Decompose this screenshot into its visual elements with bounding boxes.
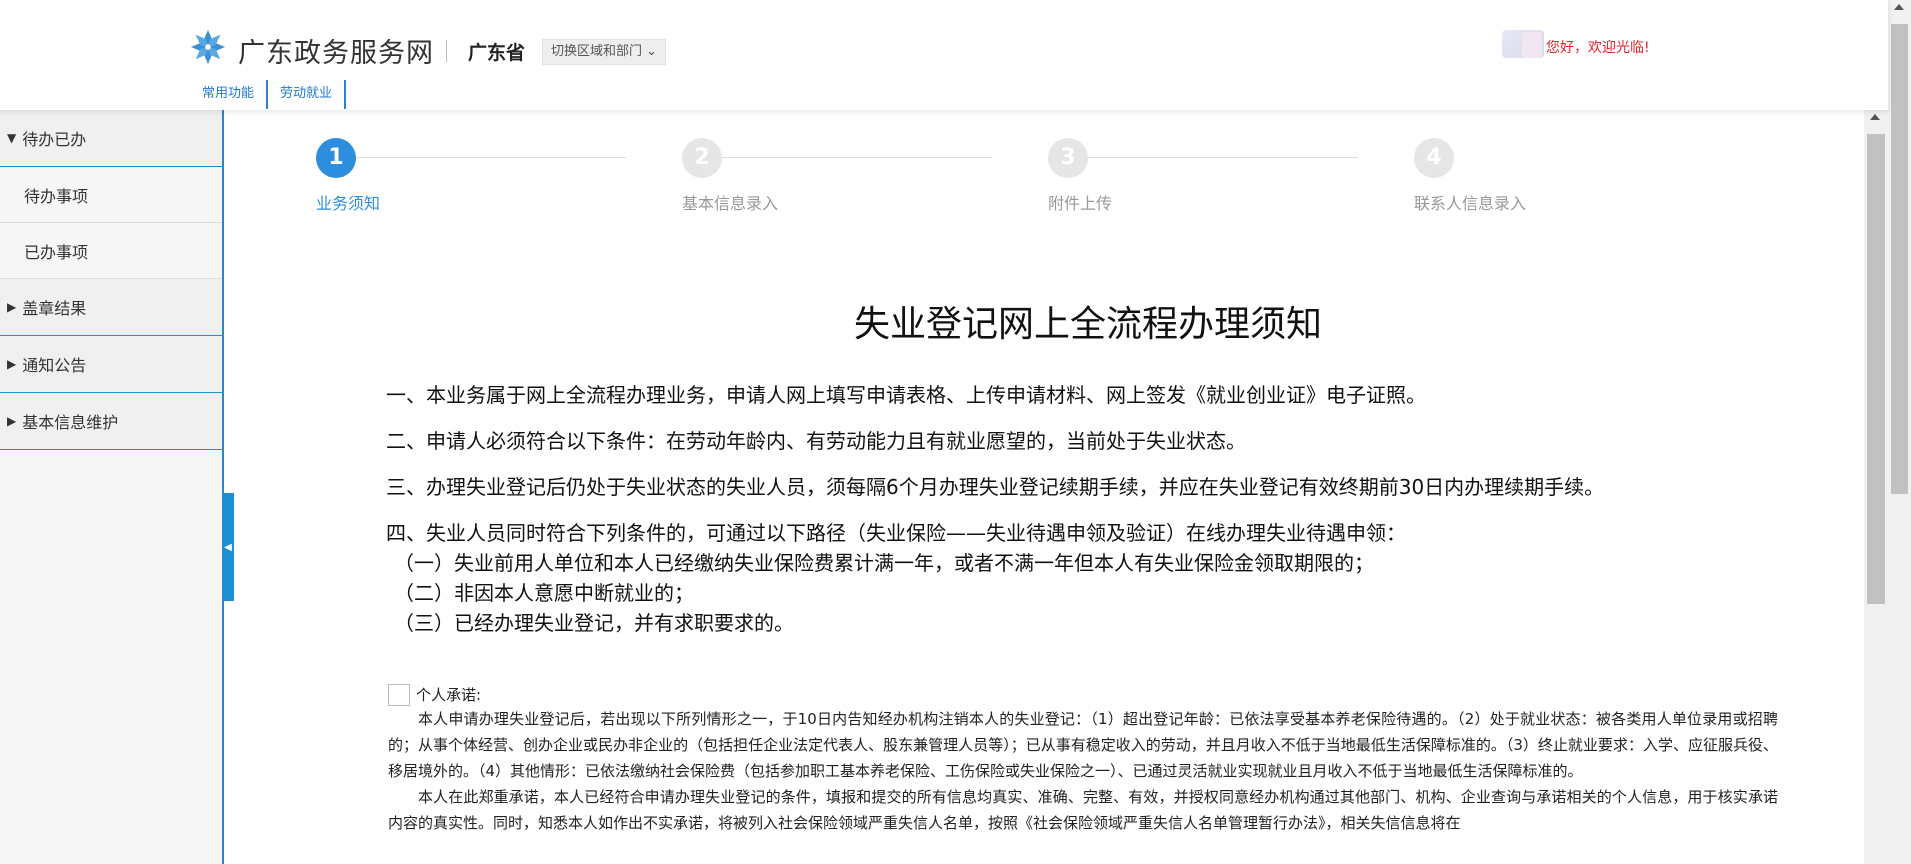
sidebar-item-todo[interactable]: 待办事项 [0,167,222,223]
sidebar-collapse-handle[interactable]: ◀ [222,493,234,601]
commitment-text: 本人在此郑重承诺，本人已经符合申请办理失业登记的条件，填报和提交的所有信息均真实… [388,788,1778,832]
step-indicator: 1 业务须知 2 基本信息录入 3 附件上传 4 联系人信息录入 [234,138,1864,218]
notice-paragraph: 一、本业务属于网上全流程办理业务，申请人网上填写申请表格、上传申请材料、网上签发… [386,383,1426,407]
province-label: 广东省 [468,42,526,64]
personal-commitment: 个人承诺: 本人申请办理失业登记后，若出现以下所列情形之一，于10日内告知经办机… [388,684,1778,836]
notice-paragraph: （三）已经办理失业登记，并有求职要求的。 [394,611,794,635]
step-4: 4 联系人信息录入 [1414,138,1526,214]
top-header: 广东政务服务网 广东省 切换区域和部门 ⌄ 您好，欢迎光临! 常用功能 劳动就业 [0,0,1888,110]
content-scrollbar[interactable] [1864,110,1888,864]
scroll-up-icon[interactable] [1894,4,1904,10]
chevron-down-icon: ▼ [7,131,17,145]
sidebar-group-label: 通知公告 [22,356,87,375]
site-logo-icon[interactable] [189,28,227,66]
site-title[interactable]: 广东政务服务网 [238,31,434,70]
sidebar-group-basic-info[interactable]: ▶ 基本信息维护 [0,393,222,450]
notice-paragraph: 二、申请人必须符合以下条件：在劳动年龄内、有劳动能力且有就业愿望的，当前处于失业… [386,429,1246,453]
user-avatar[interactable] [1502,30,1544,58]
notice-title: 失业登记网上全流程办理须知 [854,304,1323,345]
commitment-checkbox[interactable] [388,684,410,706]
commitment-text: 本人申请办理失业登记后，若出现以下所列情形之一，于10日内告知经办机构注销本人的… [388,710,1778,780]
step-number: 1 [316,138,356,178]
sidebar-divider [222,110,224,864]
tab-common-functions[interactable]: 常用功能 [190,80,269,109]
sidebar: ▼ 待办已办 待办事项 已办事项 ▶ 盖章结果 ▶ 通知公告 ▶ 基本信息维护 [0,110,222,864]
welcome-text: 您好，欢迎光临! [1546,40,1650,56]
scroll-up-icon[interactable] [1870,114,1880,120]
step-label: 附件上传 [1048,194,1113,213]
tab-labor-employment[interactable]: 劳动就业 [268,80,347,109]
notice-paragraph: 三、办理失业登记后仍处于失业状态的失业人员，须每隔6个月办理失业登记续期手续，并… [386,475,1605,499]
scroll-thumb[interactable] [1867,134,1885,604]
sidebar-group-notices[interactable]: ▶ 通知公告 [0,336,222,393]
chevron-right-icon: ▶ [7,414,17,428]
step-number: 3 [1048,138,1088,178]
notice-body: 一、本业务属于网上全流程办理业务，申请人网上填写申请表格、上传申请材料、网上签发… [386,380,1776,638]
commitment-label: 个人承诺: [416,686,482,704]
sidebar-item-done[interactable]: 已办事项 [0,223,222,279]
notice-paragraph: （一）失业前用人单位和本人已经缴纳失业保险费累计满一年，或者不满一年但本人有失业… [394,551,1374,575]
step-number: 2 [682,138,722,178]
notice-paragraph: 四、失业人员同时符合下列条件的，可通过以下路径（失业保险——失业待遇申领及验证）… [386,521,1406,545]
step-label: 业务须知 [316,194,381,213]
sidebar-group-seal-results[interactable]: ▶ 盖章结果 [0,279,222,336]
region-switch-button[interactable]: 切换区域和部门 ⌄ [542,39,667,65]
step-1: 1 业务须知 [316,138,380,214]
nav-tabs: 常用功能 劳动就业 [190,80,347,109]
sidebar-group-label: 待办已办 [22,130,87,149]
step-3: 3 附件上传 [1048,138,1112,214]
chevron-right-icon: ▶ [7,300,17,314]
main-content: 1 业务须知 2 基本信息录入 3 附件上传 4 联系人信息录入 失业登记网上全… [234,110,1864,864]
sidebar-group-label: 基本信息维护 [22,413,119,432]
notice-paragraph: （二）非因本人意愿中断就业的； [394,581,694,605]
scroll-thumb[interactable] [1891,24,1908,494]
page-scrollbar[interactable] [1888,0,1911,864]
collapse-arrow-icon: ◀ [224,541,232,553]
step-label: 联系人信息录入 [1414,194,1527,213]
sidebar-group-label: 盖章结果 [22,299,87,318]
sidebar-group-todo-done[interactable]: ▼ 待办已办 [0,110,222,167]
step-2: 2 基本信息录入 [682,138,778,214]
step-number: 4 [1414,138,1454,178]
step-label: 基本信息录入 [682,194,779,213]
title-divider [446,40,447,62]
commitment-checkbox-row: 个人承诺: [388,684,1778,706]
chevron-right-icon: ▶ [7,357,17,371]
